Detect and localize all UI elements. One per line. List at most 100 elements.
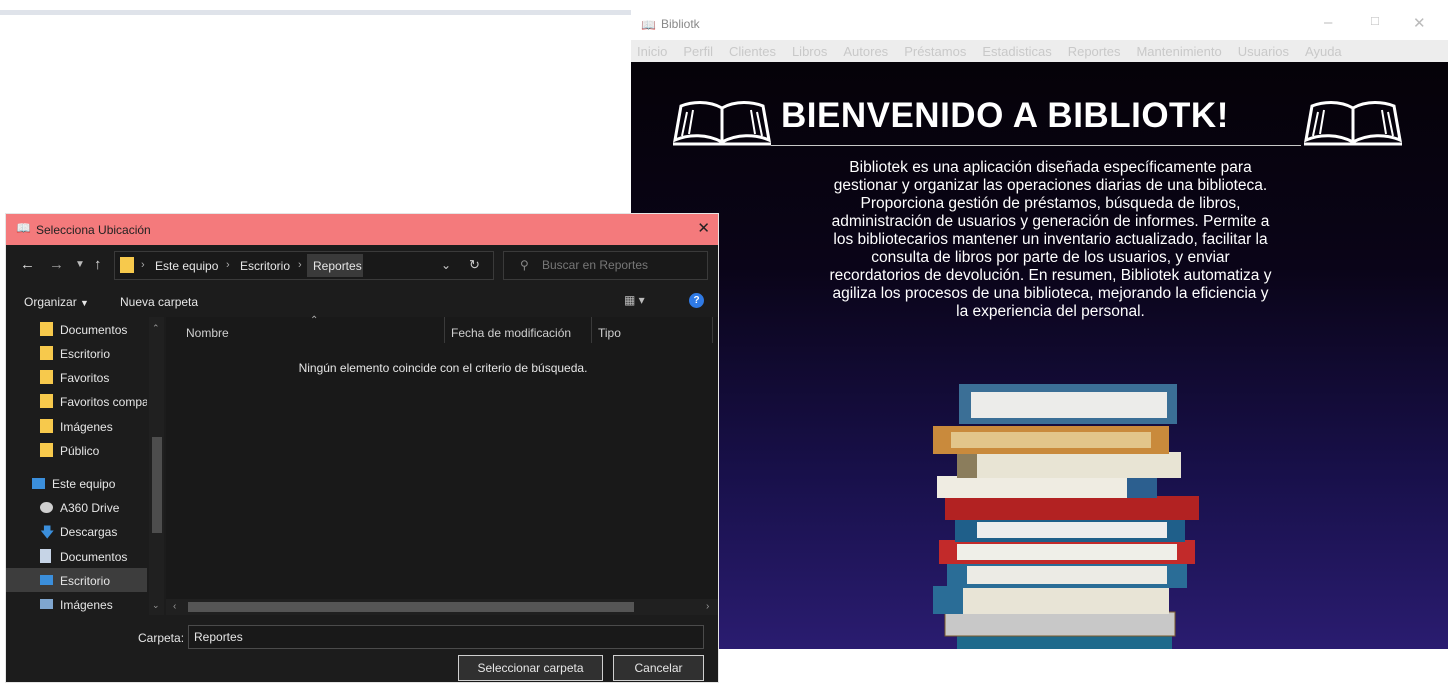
scroll-thumb[interactable]: [152, 437, 162, 533]
column-separator[interactable]: [712, 317, 713, 343]
breadcrumb-reportes[interactable]: Reportes: [313, 259, 362, 273]
nav-item-label: Este equipo: [52, 477, 116, 491]
dialog-footer: Carpeta: Seleccionar carpeta Cancelar: [6, 615, 718, 682]
menu-ayuda[interactable]: Ayuda: [1305, 44, 1342, 59]
book-stack-image: [933, 384, 1199, 649]
scroll-left-icon[interactable]: ‹: [173, 601, 176, 612]
nav-item-label: Documentos: [60, 323, 128, 337]
nav-item-este-equipo[interactable]: Este equipo: [6, 471, 147, 495]
nav-item-label: Descargas: [60, 525, 118, 539]
menu-inicio[interactable]: Inicio: [637, 44, 667, 59]
nav-item-label: Favoritos compa: [60, 395, 147, 409]
scroll-down-icon[interactable]: ⌄: [152, 600, 160, 611]
app-description: Bibliotek es una aplicación diseñada esp…: [829, 159, 1272, 320]
menu-estadisticas[interactable]: Estadisticas: [982, 44, 1051, 59]
up-arrow-icon[interactable]: ↑: [94, 256, 102, 273]
download-icon: 🡇: [40, 524, 55, 540]
sort-ascending-icon: ⌃: [310, 315, 319, 326]
nav-scrollbar[interactable]: ⌃ ⌄: [149, 317, 164, 615]
column-header-name[interactable]: Nombre: [186, 326, 229, 340]
desktop-icon: [40, 575, 53, 585]
select-folder-button[interactable]: Seleccionar carpeta: [458, 655, 603, 681]
nav-item-documentos-2[interactable]: Documentos: [6, 544, 147, 568]
folder-icon: [120, 257, 134, 273]
maximize-icon[interactable]: □: [1371, 13, 1379, 28]
title-underline: [771, 145, 1301, 146]
scroll-thumb[interactable]: [188, 602, 634, 612]
folder-field[interactable]: [188, 625, 704, 649]
app-title: Bibliotk: [661, 17, 700, 31]
chevron-down-icon[interactable]: ⌄: [441, 258, 451, 272]
breadcrumb-este-equipo[interactable]: Este equipo: [155, 259, 218, 273]
nav-item-favoritos[interactable]: Favoritos: [6, 365, 147, 389]
horizontal-scrollbar[interactable]: ‹ ›: [166, 599, 718, 615]
welcome-panel: BIENVENIDO A BIBLIOTK! Bibliotek es una …: [631, 62, 1448, 649]
nav-item-a360-drive[interactable]: A360 Drive: [6, 495, 147, 519]
column-header-date[interactable]: Fecha de modificación: [451, 326, 571, 340]
document-icon: [40, 549, 51, 563]
navigation-pane: Documentos Escritorio Favoritos Favorito…: [6, 317, 166, 615]
close-icon[interactable]: ✕: [697, 219, 710, 237]
select-location-dialog: 📖 Selecciona Ubicación ✕ ← → ▼ ↑ › Este …: [5, 213, 719, 683]
search-input[interactable]: [542, 258, 702, 272]
folder-icon: [40, 370, 53, 384]
menu-mantenimiento[interactable]: Mantenimiento: [1136, 44, 1221, 59]
close-icon[interactable]: ✕: [1413, 14, 1426, 32]
organize-button[interactable]: Organizar ▼: [24, 295, 89, 309]
breadcrumb-escritorio[interactable]: Escritorio: [240, 259, 290, 273]
address-bar[interactable]: › Este equipo › Escritorio › Reportes ⌄ …: [114, 251, 494, 280]
scroll-right-icon[interactable]: ›: [706, 601, 709, 612]
forward-arrow-icon[interactable]: →: [49, 256, 64, 273]
nav-item-label: Imágenes: [60, 420, 113, 434]
nav-item-escritorio-selected[interactable]: Escritorio: [6, 568, 147, 592]
nav-item-label: A360 Drive: [60, 501, 120, 515]
recent-chevron-icon[interactable]: ▼: [75, 259, 85, 270]
computer-icon: [32, 478, 45, 489]
book-icon: 📖: [16, 221, 31, 235]
app-menubar: Inicio Perfil Clientes Libros Autores Pr…: [631, 40, 1448, 62]
cancel-button[interactable]: Cancelar: [613, 655, 704, 681]
column-header-type[interactable]: Tipo: [598, 326, 621, 340]
nav-item-descargas[interactable]: 🡇 Descargas: [6, 519, 147, 543]
menu-usuarios[interactable]: Usuarios: [1238, 44, 1289, 59]
minimize-icon[interactable]: –: [1324, 14, 1332, 31]
column-separator[interactable]: [444, 317, 445, 343]
new-folder-button[interactable]: Nueva carpeta: [120, 295, 198, 309]
menu-autores[interactable]: Autores: [843, 44, 888, 59]
nav-item-imagenes[interactable]: Imágenes: [6, 414, 147, 438]
back-arrow-icon[interactable]: ←: [20, 256, 35, 273]
dialog-title: Selecciona Ubicación: [36, 223, 151, 237]
nav-item-label: Favoritos: [60, 371, 110, 385]
folder-icon: [40, 419, 53, 433]
view-options-icon[interactable]: ▦ ▾: [624, 293, 645, 307]
folder-icon: [40, 394, 53, 408]
nav-item-label: Público: [60, 444, 100, 458]
organize-label: Organizar: [24, 295, 77, 309]
open-book-icon-right: [1304, 101, 1402, 146]
nav-item-publico[interactable]: Público: [6, 438, 147, 462]
nav-item-favoritos-compartidos[interactable]: Favoritos compa: [6, 389, 147, 413]
menu-prestamos[interactable]: Préstamos: [904, 44, 966, 59]
scroll-up-icon[interactable]: ⌃: [152, 323, 160, 334]
menu-perfil[interactable]: Perfil: [683, 44, 713, 59]
search-box: ⚲: [503, 251, 708, 280]
nav-item-escritorio[interactable]: Escritorio: [6, 341, 147, 365]
menu-reportes[interactable]: Reportes: [1068, 44, 1121, 59]
folder-icon: [40, 346, 53, 360]
nav-item-label: Documentos: [60, 550, 128, 564]
folder-label: Carpeta:: [138, 631, 185, 645]
pictures-icon: [40, 599, 53, 609]
open-book-icon-left: [673, 101, 771, 146]
refresh-icon[interactable]: ↻: [469, 257, 480, 273]
nav-item-imagenes-2[interactable]: Imágenes: [6, 592, 147, 615]
nav-item-label: Escritorio: [60, 574, 111, 588]
menu-libros[interactable]: Libros: [792, 44, 827, 59]
help-icon[interactable]: ?: [689, 293, 704, 308]
nav-item-documentos[interactable]: Documentos: [6, 317, 147, 341]
dialog-navbar: ← → ▼ ↑ › Este equipo › Escritorio › Rep…: [6, 245, 718, 285]
window-border: [0, 10, 632, 15]
menu-clientes[interactable]: Clientes: [729, 44, 776, 59]
dialog-titlebar: 📖 Selecciona Ubicación ✕: [6, 214, 718, 245]
file-list-pane: ⌃ Nombre Fecha de modificación Tipo Ning…: [166, 315, 718, 615]
column-separator[interactable]: [591, 317, 592, 343]
